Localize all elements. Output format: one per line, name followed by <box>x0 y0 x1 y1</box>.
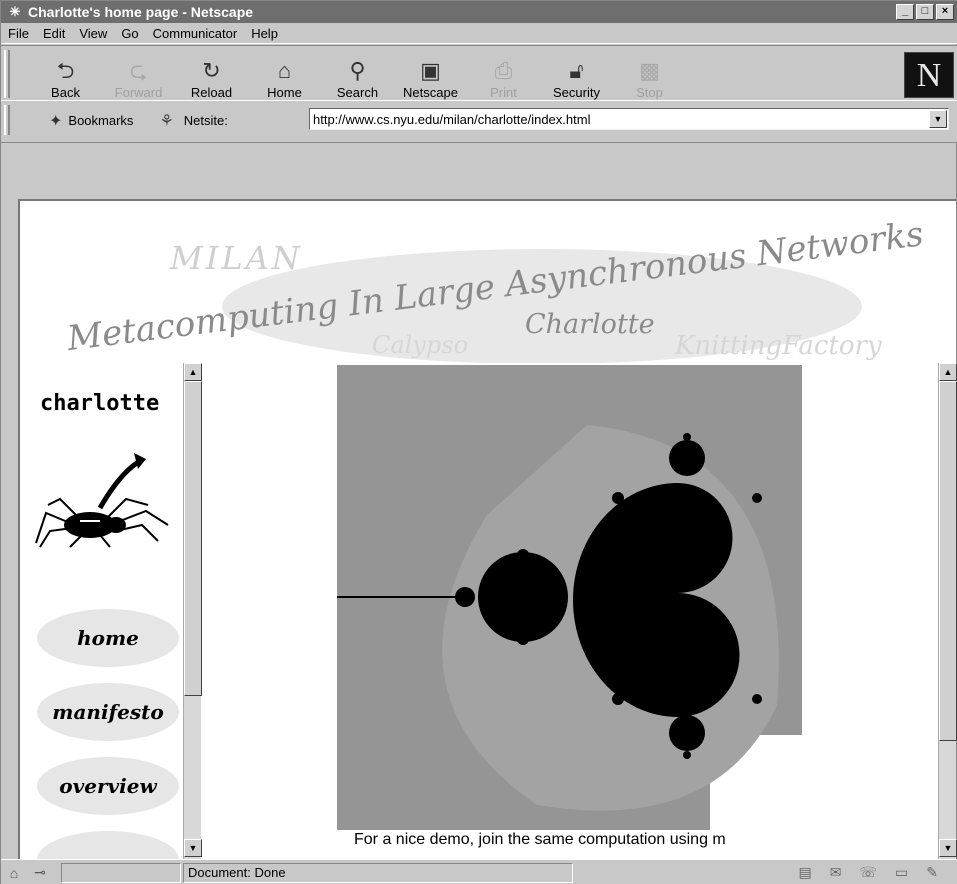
print-button[interactable]: ⎙ Print <box>467 52 540 101</box>
status-field: Document: Done <box>183 862 573 883</box>
search-label: Search <box>336 85 379 100</box>
navigation-toolbar: ⮌ Back ⮎ Forward ↻ Reload ⌂ Home ⚲ Searc… <box>1 45 957 143</box>
reload-label: Reload <box>190 85 233 100</box>
bookmarks-icon: ✦ <box>49 112 63 130</box>
component-bar: ▤ ✉ ☏ ▭ ✎ <box>799 864 938 881</box>
connection-status-icon: ⊸ <box>34 864 46 880</box>
banner-charlotte: Charlotte <box>525 309 655 340</box>
security-lock-icon: 🔓︎ <box>569 58 584 83</box>
maximize-button[interactable]: □ <box>916 4 934 20</box>
nav-manifesto-label: manifesto <box>52 700 164 724</box>
main-scroll-thumb[interactable] <box>939 381 957 741</box>
main-frame: For a nice demo, join the same computati… <box>208 363 938 859</box>
minimize-button[interactable]: _ <box>896 4 914 20</box>
netscape-button[interactable]: ▣ Netscape <box>394 52 467 101</box>
netsite-label-group: ⚘ Netsite: <box>159 111 227 131</box>
home-label: Home <box>267 85 302 100</box>
menu-help[interactable]: Help <box>244 26 285 41</box>
location-grip[interactable] <box>4 105 10 135</box>
banner-milan: MILAN <box>170 239 303 277</box>
nav-manifesto[interactable]: manifesto <box>37 683 179 741</box>
reload-icon: ↻ <box>202 58 221 83</box>
print-icon: ⎙ <box>494 58 513 83</box>
menu-edit[interactable]: Edit <box>36 26 72 41</box>
menu-go[interactable]: Go <box>114 26 145 41</box>
netscape-label: Netscape <box>403 85 458 100</box>
left-scroll-down-button[interactable]: ▼ <box>184 839 202 857</box>
security-label: Security <box>553 85 600 100</box>
home-icon: ⌂ <box>277 58 292 83</box>
demo-instruction-text: For a nice demo, join the same computati… <box>354 831 726 848</box>
back-button[interactable]: ⮌ Back <box>29 52 102 101</box>
main-scroll-up-button[interactable]: ▲ <box>939 363 957 381</box>
stop-button[interactable]: ▩ Stop <box>613 52 686 101</box>
mail-icon[interactable]: ✉ <box>830 864 842 881</box>
home-button[interactable]: ⌂ Home <box>248 52 321 101</box>
progress-field <box>61 862 181 883</box>
nav-next-item[interactable] <box>37 831 179 859</box>
banner: MILAN Metacomputing In Large Asynchronou… <box>20 201 956 363</box>
menu-bar: File Edit View Go Communicator Help <box>1 23 957 44</box>
forward-label: Forward <box>114 85 163 100</box>
menu-file[interactable]: File <box>1 26 36 41</box>
netscape-throbber[interactable]: N <box>904 52 954 98</box>
url-field-container: ▼ <box>309 108 949 130</box>
mandelbrot-image <box>337 365 802 830</box>
window-title: Charlotte's home page - Netscape <box>28 4 254 20</box>
bookmarks-button[interactable]: ✦ Bookmarks <box>49 111 133 131</box>
search-button[interactable]: ⚲ Search <box>321 52 394 101</box>
banner-calypso: Calypso <box>372 331 469 359</box>
security-button[interactable]: 🔓︎ Security <box>540 52 613 101</box>
main-frame-scrollbar[interactable]: ▲ ▼ <box>938 363 957 859</box>
netscape-icon: ▣ <box>420 58 441 83</box>
page-content: MILAN Metacomputing In Large Asynchronou… <box>18 199 957 859</box>
url-dropdown-button[interactable]: ▼ <box>929 110 947 128</box>
nav-home[interactable]: home <box>37 609 179 667</box>
toolbar-grip[interactable] <box>4 50 10 98</box>
left-scroll-thumb[interactable] <box>184 381 202 696</box>
browser-window: ✳ Charlotte's home page - Netscape _ □ ×… <box>0 0 957 884</box>
netscape-app-icon: ✳ <box>9 4 21 19</box>
location-bar: ✦ Bookmarks ⚘ Netsite: ▼ <box>1 100 957 140</box>
navigator-icon[interactable]: ▤ <box>799 864 812 881</box>
address-book-icon[interactable]: ▭ <box>895 864 908 881</box>
reload-button[interactable]: ↻ Reload <box>175 52 248 101</box>
url-input[interactable] <box>310 110 929 128</box>
left-frame: charlotte home manifesto overview ▲ ▼ <box>20 363 208 859</box>
back-label: Back <box>51 85 80 100</box>
status-bar: ⌂ ⊸ Document: Done ▤ ✉ ☏ ▭ ✎ <box>1 859 957 884</box>
nav-buttons: ⮌ Back ⮎ Forward ↻ Reload ⌂ Home ⚲ Searc… <box>29 52 686 101</box>
stop-icon: ▩ <box>639 58 660 83</box>
left-scroll-up-button[interactable]: ▲ <box>184 363 202 381</box>
main-scroll-down-button[interactable]: ▼ <box>939 839 957 857</box>
print-label: Print <box>490 85 517 100</box>
search-icon: ⚲ <box>349 58 366 83</box>
status-text: Document: Done <box>188 865 286 880</box>
back-arrow-icon: ⮌ <box>56 58 75 83</box>
nav-overview-label: overview <box>59 774 157 798</box>
security-status-icon[interactable]: ⌂ <box>1 865 27 881</box>
nav-overview[interactable]: overview <box>37 757 179 815</box>
discussion-icon[interactable]: ☏ <box>860 864 878 881</box>
forward-button[interactable]: ⮎ Forward <box>102 52 175 101</box>
composer-icon[interactable]: ✎ <box>926 864 938 881</box>
netsite-label: Netsite: <box>183 113 228 128</box>
nav-home-label: home <box>77 626 139 650</box>
left-frame-scrollbar[interactable]: ▲ ▼ <box>183 363 202 859</box>
title-bar[interactable]: ✳ Charlotte's home page - Netscape _ □ × <box>1 1 957 23</box>
spider-illustration <box>35 453 169 548</box>
forward-arrow-icon: ⮎ <box>129 58 148 83</box>
page-proxy-icon[interactable]: ⚘ <box>159 111 173 131</box>
banner-knittingfactory: KnittingFactory <box>675 331 882 361</box>
menu-communicator[interactable]: Communicator <box>146 26 245 41</box>
close-button[interactable]: × <box>936 4 954 20</box>
window-controls: _ □ × <box>896 4 954 20</box>
stop-label: Stop <box>636 85 663 100</box>
menu-view[interactable]: View <box>72 26 114 41</box>
bookmarks-label: Bookmarks <box>68 113 134 128</box>
